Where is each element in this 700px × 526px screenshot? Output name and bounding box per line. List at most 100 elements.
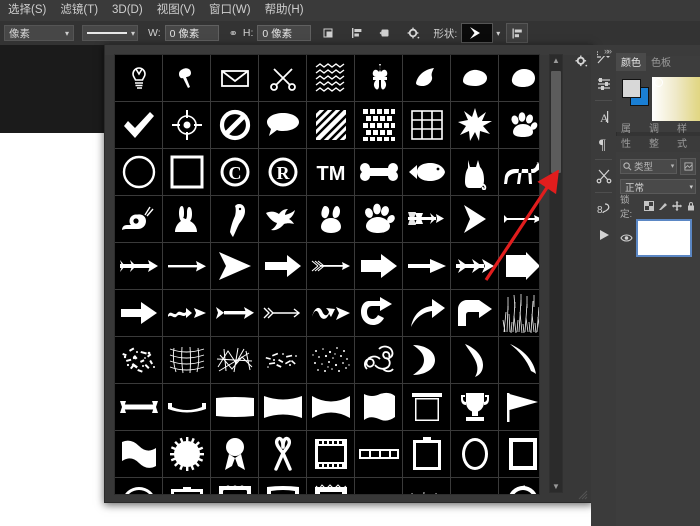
shape-cell-torn-frame[interactable] [307, 478, 354, 495]
shape-cell-banner-scroll[interactable] [403, 384, 450, 430]
shape-cell-blob-drop[interactable] [403, 55, 450, 101]
paragraph-panel-button[interactable]: ¶ [591, 130, 616, 156]
align-edges-button[interactable] [506, 23, 528, 43]
shape-cell-fleur-de-lis[interactable] [355, 55, 402, 101]
shape-cell-banner-curved[interactable] [163, 384, 210, 430]
shape-cell-grunge-strip-1[interactable] [355, 478, 402, 495]
menu-window[interactable]: 窗口(W) [202, 0, 258, 21]
shape-picker-menu-button[interactable] [575, 55, 589, 69]
shape-grid-viewport[interactable]: C R TM [114, 54, 540, 495]
shape-cell-awareness-ribbon[interactable] [259, 431, 306, 477]
shape-cell-cat-sitting[interactable] [451, 149, 498, 195]
stroke-style-select[interactable]: ▾ [82, 25, 138, 41]
layer-visibility-toggle[interactable] [618, 230, 634, 246]
shape-cell-grunge-circle[interactable] [499, 478, 540, 495]
shape-preview-swatch[interactable] [461, 23, 493, 43]
shape-cell-blob-shape[interactable] [499, 55, 540, 101]
tab-swatches[interactable]: 色板 [646, 53, 676, 71]
shape-cell-fish[interactable] [403, 149, 450, 195]
shape-cell-brush-frame[interactable] [259, 478, 306, 495]
shape-cell-triangle-arrow[interactable] [211, 243, 258, 289]
lock-all-button[interactable] [686, 200, 697, 212]
shape-cell-banner-bone[interactable] [115, 384, 162, 430]
shape-cell-banner-pinched[interactable] [307, 384, 354, 430]
shape-cell-chevron-shaft-arrow[interactable] [259, 290, 306, 336]
lock-transparent-button[interactable] [643, 200, 654, 212]
paths-scissors-button[interactable] [591, 163, 616, 189]
shape-cell-web-texture[interactable] [163, 337, 210, 383]
shape-cell-flying-bird[interactable] [259, 196, 306, 242]
shape-cell-registered-r[interactable]: R [259, 149, 306, 195]
shape-cell-grunge-strip-2[interactable] [403, 478, 450, 495]
shape-cell-grass-texture[interactable] [499, 290, 540, 336]
tab-styles[interactable]: 样式 [672, 119, 700, 152]
table-row[interactable] [618, 216, 698, 260]
shape-cell-pennant-flag[interactable] [499, 384, 540, 430]
shape-cell-paw-print[interactable] [499, 102, 540, 148]
height-input[interactable]: 0 像素 [257, 25, 311, 41]
shape-cell-splatter-texture[interactable] [115, 337, 162, 383]
layer-filter-select[interactable]: 类型 ▾ [620, 159, 677, 174]
shape-cell-tapered-arrow[interactable] [403, 243, 450, 289]
shape-cell-fletched-arrow[interactable] [307, 243, 354, 289]
menu-help[interactable]: 帮助(H) [258, 0, 311, 21]
shape-cell-slim-double-arrow[interactable] [211, 290, 258, 336]
shape-cell-banner-rect[interactable] [211, 384, 258, 430]
chevron-down-icon[interactable]: ▾ [496, 29, 500, 38]
actions-play-button[interactable] [591, 222, 616, 248]
shape-cell-square-outline[interactable] [163, 149, 210, 195]
shape-cell-starburst-seal[interactable] [163, 431, 210, 477]
shape-cell-feathered-arrow[interactable] [403, 196, 450, 242]
path-operations-button[interactable] [319, 24, 339, 42]
shape-cell-copyright-c[interactable]: C [211, 149, 258, 195]
shape-cell-thin-long-arrow[interactable] [499, 196, 540, 242]
shape-cell-bone[interactable] [355, 149, 402, 195]
shape-cell-block-arrow-right[interactable] [259, 243, 306, 289]
shape-cell-banner-torn[interactable] [355, 384, 402, 430]
shape-cell-rect-frame-rough[interactable] [499, 431, 540, 477]
shape-cell-paw-print-large[interactable] [355, 196, 402, 242]
shape-cell-grid-table[interactable] [403, 102, 450, 148]
shape-cell-thin-crescent[interactable] [499, 337, 540, 383]
shape-cell-oval-frame-rough[interactable] [115, 478, 162, 495]
shape-cell-bold-arrow-right[interactable] [115, 290, 162, 336]
shape-cell-snail[interactable] [115, 196, 162, 242]
shape-cell-banner-bowtie[interactable] [259, 384, 306, 430]
shape-cell-trademark-tm[interactable]: TM [307, 149, 354, 195]
menu-select[interactable]: 选择(S) [0, 0, 53, 21]
scrollbar-thumb[interactable] [551, 71, 561, 173]
shape-cell-circle-outline[interactable] [115, 149, 162, 195]
unit-select[interactable]: 像素 ▾ [4, 25, 74, 41]
history-button[interactable]: 8 [591, 196, 616, 222]
shape-cell-dog-standing[interactable] [499, 149, 540, 195]
shape-cell-parrot[interactable] [211, 196, 258, 242]
shape-cell-checkerboard-dots[interactable] [355, 102, 402, 148]
shape-cell-thin-arrow-right[interactable] [163, 243, 210, 289]
shape-cell-trophy-cup[interactable] [451, 384, 498, 430]
shape-cell-zigzag-stripes-square[interactable] [307, 55, 354, 101]
shape-cell-bent-right-arrow[interactable] [451, 290, 498, 336]
shape-cell-bird-tail[interactable] [163, 55, 210, 101]
tab-properties[interactable]: 属性 [616, 119, 644, 152]
shape-cell-light-bulb[interactable] [115, 55, 162, 101]
shape-cell-double-chevron-right[interactable] [451, 196, 498, 242]
shape-cell-debris-texture[interactable] [259, 337, 306, 383]
menu-filter[interactable]: 滤镜(T) [53, 0, 105, 21]
shape-cell-squiggle-arrow[interactable] [307, 290, 354, 336]
shape-cell-wave-ribbon[interactable] [115, 431, 162, 477]
layer-thumbnail[interactable] [636, 219, 692, 257]
shape-cell-wavy-arrow[interactable] [163, 290, 210, 336]
popup-resize-grip[interactable] [577, 487, 589, 499]
shape-cell-speech-bubble[interactable] [259, 102, 306, 148]
path-arrangement-button[interactable] [375, 24, 395, 42]
shape-cell-diagonal-hatch-square[interactable] [307, 102, 354, 148]
tab-color[interactable]: 颜色 [616, 53, 646, 71]
shape-cell-fat-block-arrow[interactable] [499, 243, 540, 289]
shape-cell-double-barb-arrow[interactable] [451, 243, 498, 289]
shape-cell-envelope[interactable] [211, 55, 258, 101]
shape-cell-starburst[interactable] [451, 102, 498, 148]
scrollbar-up-button[interactable]: ▲ [549, 54, 563, 67]
shape-cell-frame-ornate[interactable] [403, 431, 450, 477]
shape-cell-no-entry-sign[interactable] [211, 102, 258, 148]
lock-position-button[interactable] [672, 200, 683, 212]
